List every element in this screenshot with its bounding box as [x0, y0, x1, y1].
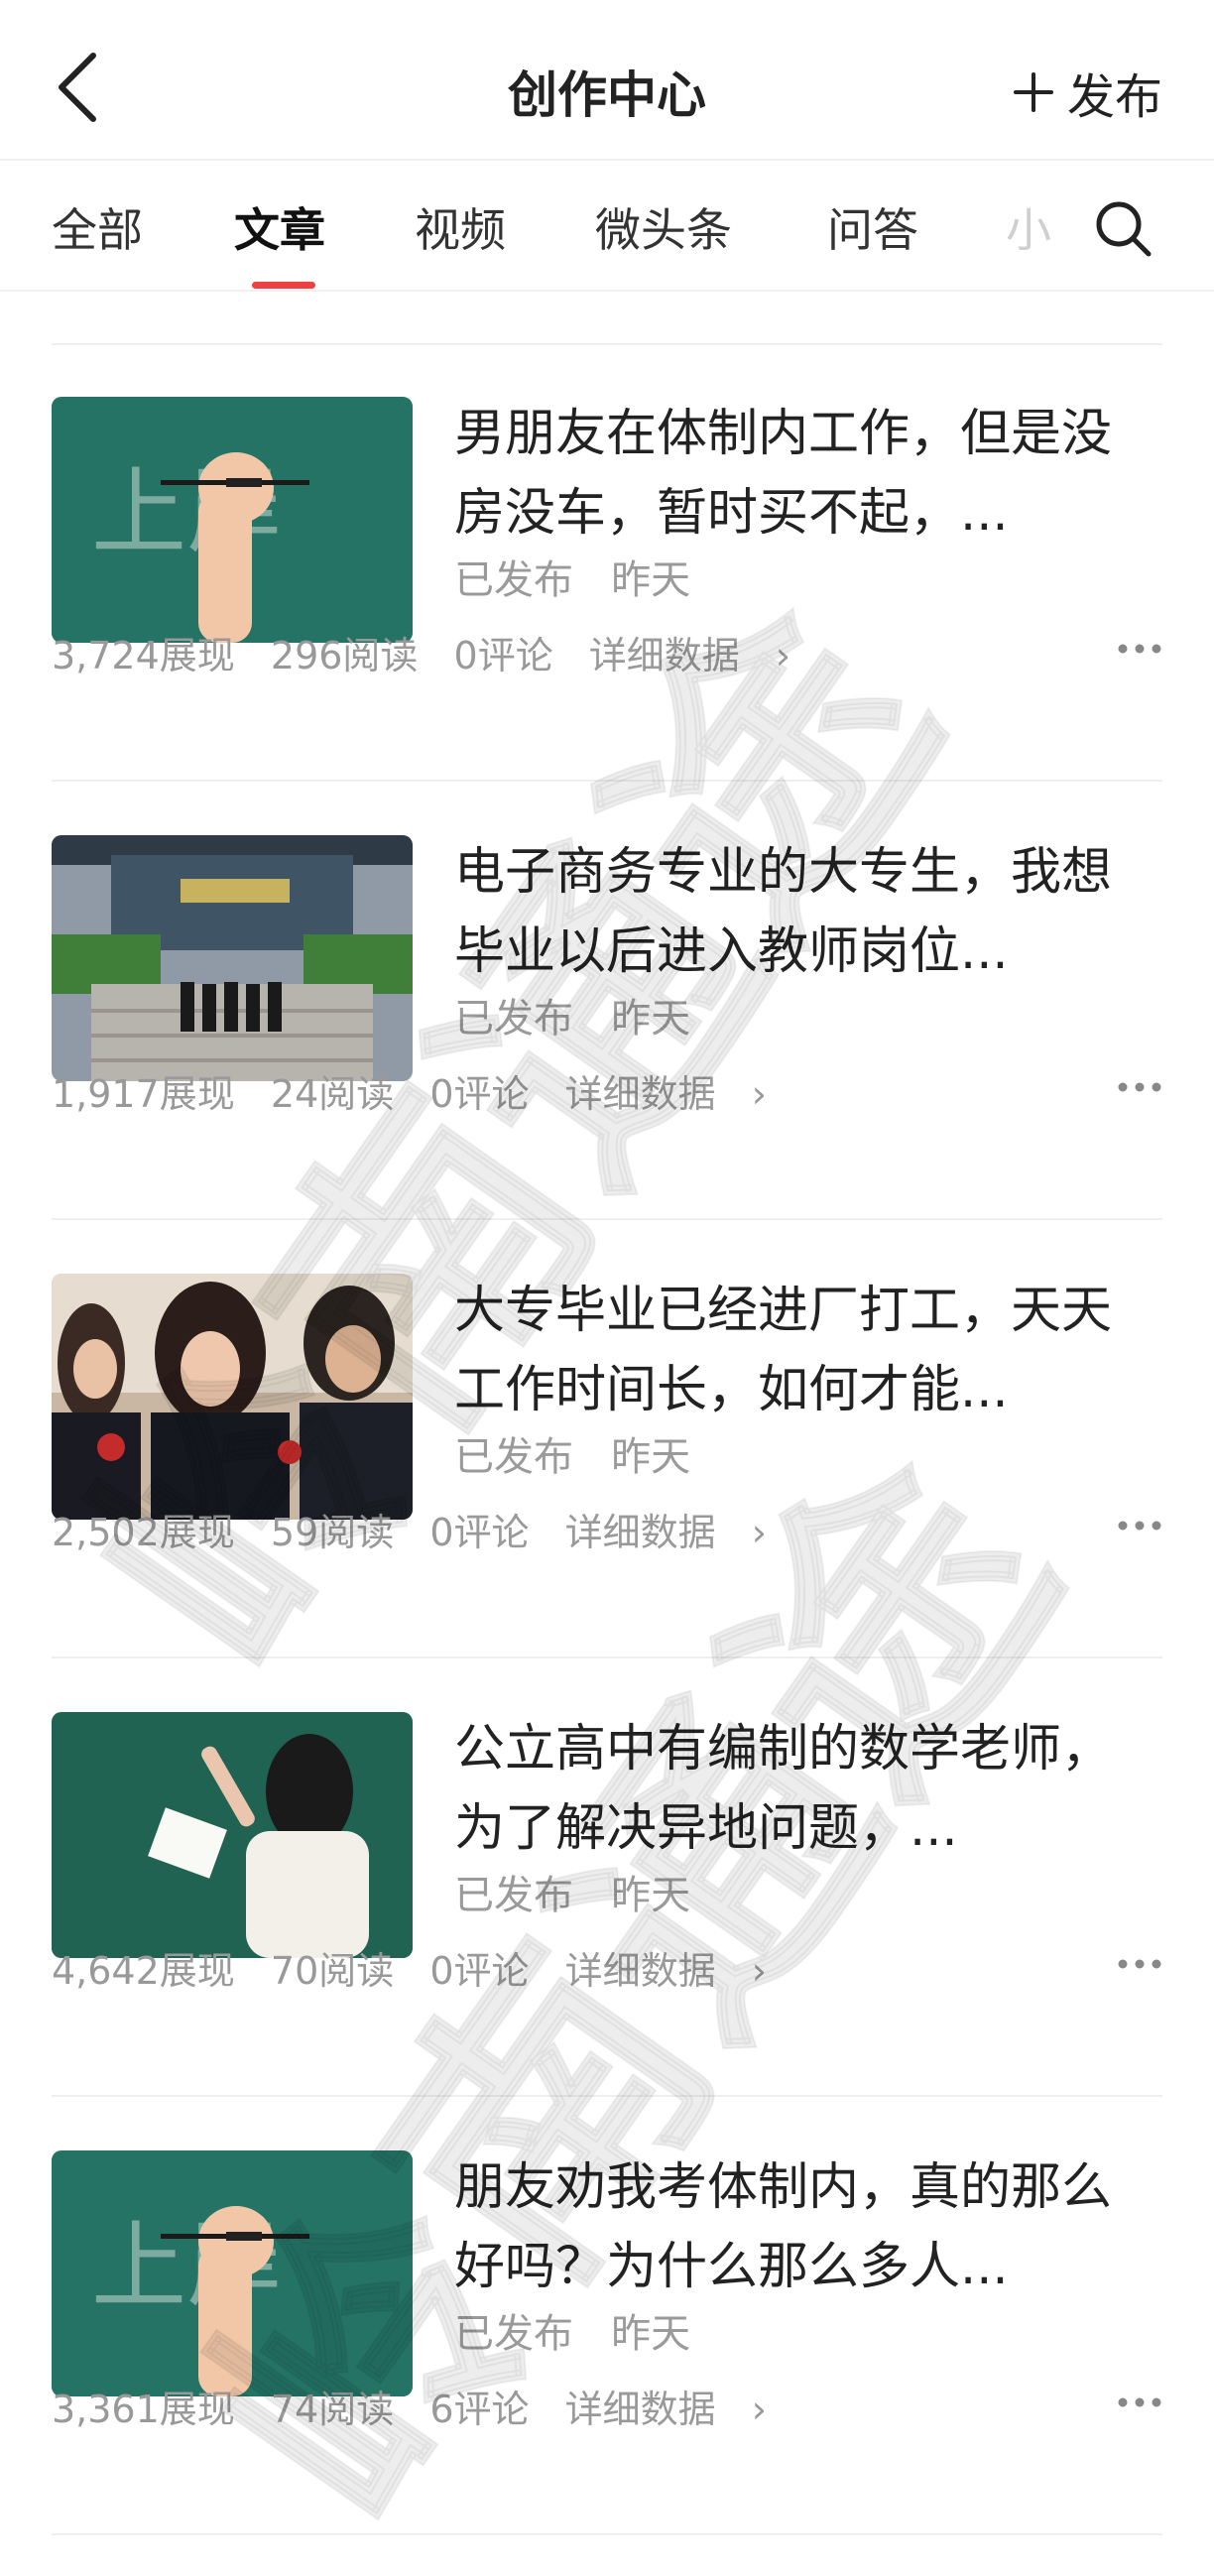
reads-count: 70阅读	[270, 1949, 395, 1993]
tabs-divider	[0, 290, 1214, 292]
publish-time: 昨天	[611, 996, 691, 1042]
list-divider	[52, 1218, 1162, 1220]
status-label: 已发布	[454, 1434, 573, 1480]
details-link[interactable]: 详细数据 ›	[589, 634, 790, 677]
article-title[interactable]: 男朋友在体制内工作，但是没房没车，暂时买不起，...	[454, 395, 1125, 553]
more-options-icon[interactable]	[1117, 1520, 1162, 1532]
tab-articles[interactable]: 文章	[234, 194, 325, 260]
status-label: 已发布	[454, 557, 573, 603]
list-divider	[52, 1656, 1162, 1658]
reads-count: 74阅读	[270, 2388, 395, 2431]
more-options-icon[interactable]	[1117, 643, 1162, 655]
article-stats: 1,917展现 24阅读 0评论 详细数据 ›	[52, 1063, 790, 1118]
article-status: 已发布 昨天	[454, 986, 690, 1043]
publish-time: 昨天	[611, 557, 691, 603]
article-card[interactable]: 公立高中有编制的数学老师，为了解决异地问题，... 已发布 昨天 4,642展现…	[0, 1660, 1214, 2097]
list-divider	[52, 2533, 1162, 2535]
impressions-count: 2,502展现	[52, 1511, 235, 1554]
article-stats: 3,724展现 296阅读 0评论 详细数据 ›	[52, 625, 814, 679]
article-card[interactable]: 大专毕业已经进厂打工，天天工作时间长，如何才能... 已发布 昨天 2,502展…	[0, 1222, 1214, 1658]
reads-count: 24阅读	[270, 1072, 395, 1116]
publish-button[interactable]: 发布	[1012, 58, 1162, 127]
details-link[interactable]: 详细数据 ›	[565, 1072, 767, 1116]
article-thumbnail: 上岸	[52, 2150, 413, 2396]
search-icon[interactable]	[1091, 196, 1154, 260]
top-bar: 创作中心 发布	[0, 0, 1214, 159]
comments-count: 0评论	[429, 1072, 530, 1116]
publish-time: 昨天	[611, 2311, 691, 2357]
reads-count: 59阅读	[270, 1511, 395, 1554]
article-stats: 3,361展现 74阅读 6评论 详细数据 ›	[52, 2379, 790, 2433]
more-options-icon[interactable]	[1117, 1081, 1162, 1093]
status-label: 已发布	[454, 2311, 573, 2357]
list-divider	[52, 2095, 1162, 2097]
article-card[interactable]: 电子商务专业的大专生，我想毕业以后进入教师岗位... 已发布 昨天 1,917展…	[0, 784, 1214, 1220]
tab-bar: 全部 文章 视频 微头条 问答 小	[0, 161, 1214, 290]
details-label: 详细数据	[564, 1072, 716, 1116]
article-thumbnail: 上岸	[52, 397, 413, 643]
tab-videos[interactable]: 视频	[415, 194, 506, 260]
reads-count: 296阅读	[270, 634, 419, 677]
article-stats: 2,502展现 59阅读 0评论 详细数据 ›	[52, 1502, 790, 1556]
article-title[interactable]: 电子商务专业的大专生，我想毕业以后进入教师岗位...	[454, 833, 1125, 992]
article-title[interactable]: 公立高中有编制的数学老师，为了解决异地问题，...	[454, 1710, 1125, 1869]
impressions-count: 4,642展现	[52, 1949, 235, 1993]
active-tab-indicator	[252, 282, 315, 289]
article-card[interactable]: 上岸 朋友劝我考体制内，真的那么好吗？为什么那么多人... 已发布 昨天 3,3…	[0, 2099, 1214, 2535]
details-label: 详细数据	[564, 2388, 716, 2431]
details-link[interactable]: 详细数据 ›	[565, 1511, 767, 1554]
article-thumbnail	[52, 835, 413, 1081]
comments-count: 0评论	[429, 1511, 530, 1554]
tab-all[interactable]: 全部	[52, 194, 143, 260]
article-title[interactable]: 朋友劝我考体制内，真的那么好吗？为什么那么多人...	[454, 2148, 1125, 2307]
tab-micro-headlines[interactable]: 微头条	[595, 194, 732, 260]
article-card[interactable]: 上岸 男朋友在体制内工作，但是没房没车，暂时买不起，... 已发布 昨天 3,7…	[0, 345, 1214, 782]
comments-count: 0评论	[429, 1949, 530, 1993]
impressions-count: 3,724展现	[52, 634, 235, 677]
article-status: 已发布 昨天	[454, 2301, 690, 2359]
article-thumbnail	[52, 1274, 413, 1520]
impressions-count: 3,361展现	[52, 2388, 235, 2431]
article-stats: 4,642展现 70阅读 0评论 详细数据 ›	[52, 1940, 790, 1995]
details-label: 详细数据	[564, 1949, 716, 1993]
publish-label: 发布	[1066, 69, 1162, 125]
more-options-icon[interactable]	[1117, 2396, 1162, 2408]
details-link[interactable]: 详细数据 ›	[565, 1949, 767, 1993]
details-label: 详细数据	[588, 634, 740, 677]
impressions-count: 1,917展现	[52, 1072, 235, 1116]
status-label: 已发布	[454, 996, 573, 1042]
article-status: 已发布 昨天	[454, 548, 690, 605]
publish-time: 昨天	[611, 1434, 691, 1480]
comments-count: 0评论	[453, 634, 553, 677]
status-label: 已发布	[454, 1873, 573, 1918]
more-options-icon[interactable]	[1117, 1958, 1162, 1970]
article-status: 已发布 昨天	[454, 1863, 690, 1920]
details-link[interactable]: 详细数据 ›	[565, 2388, 767, 2431]
article-status: 已发布 昨天	[454, 1424, 690, 1482]
plus-icon	[1013, 72, 1053, 112]
comments-count: 6评论	[429, 2388, 530, 2431]
list-divider	[52, 780, 1162, 782]
article-title[interactable]: 大专毕业已经进厂打工，天天工作时间长，如何才能...	[454, 1272, 1125, 1430]
article-thumbnail	[52, 1712, 413, 1958]
tab-qa[interactable]: 问答	[827, 194, 918, 260]
publish-time: 昨天	[611, 1873, 691, 1918]
tab-more[interactable]: 小	[1006, 194, 1051, 260]
details-label: 详细数据	[564, 1511, 716, 1554]
